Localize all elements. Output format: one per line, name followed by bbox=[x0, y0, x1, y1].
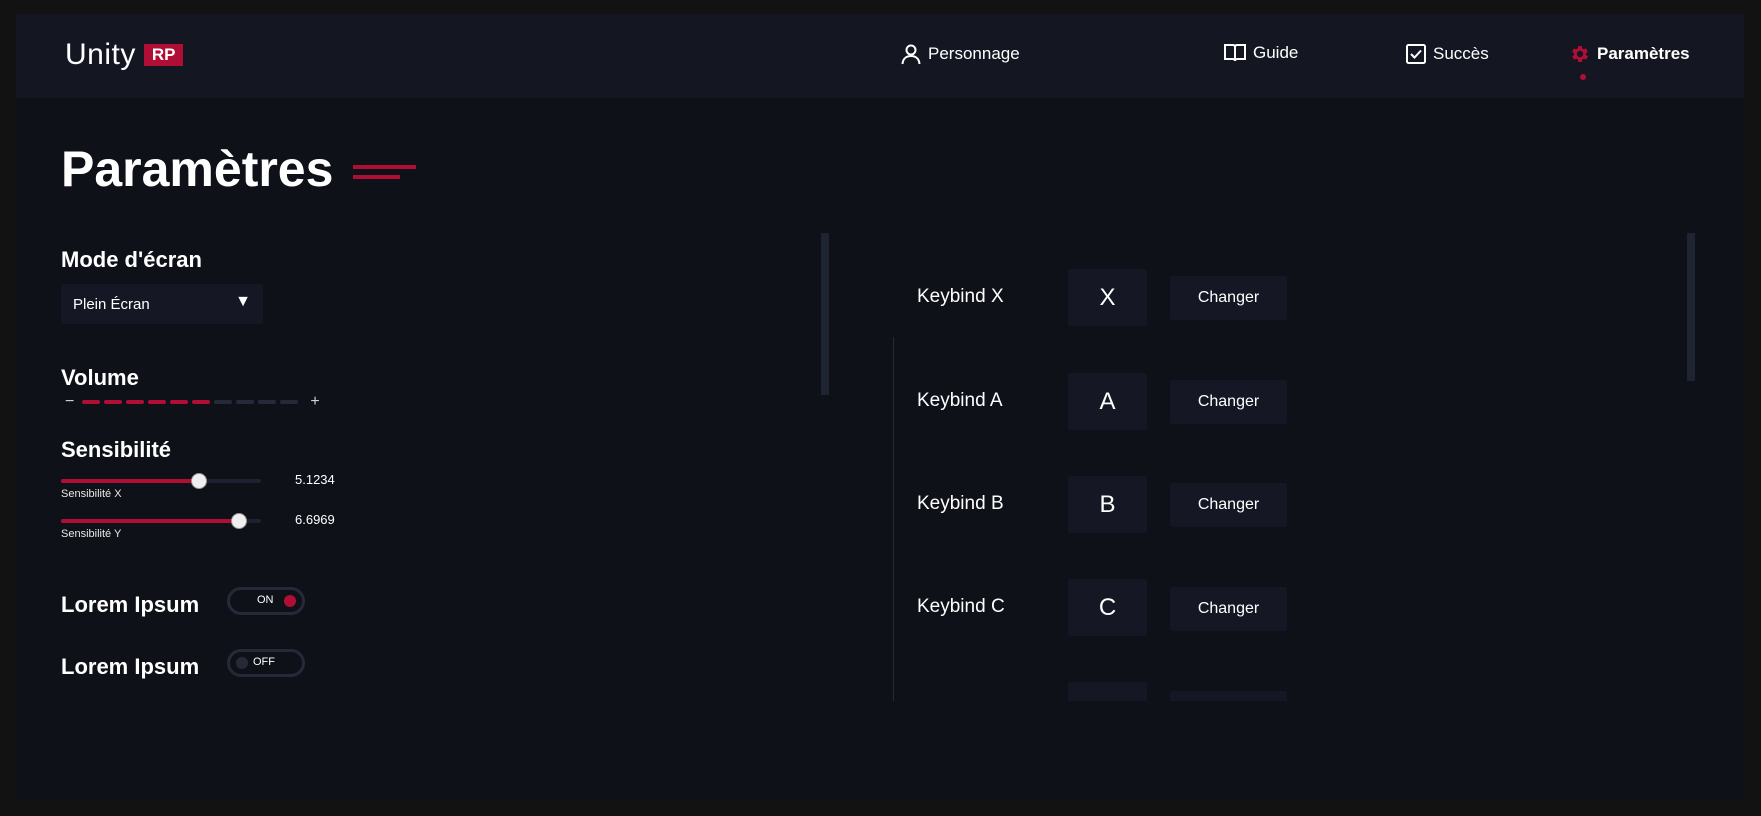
keybind-c-change-button[interactable]: Changer bbox=[1170, 587, 1287, 631]
left-scrollbar[interactable] bbox=[821, 233, 829, 395]
logo-text: Unity bbox=[65, 38, 136, 71]
settings-window: Unity RP Personnage Guide Succès Paramèt… bbox=[16, 14, 1744, 800]
slider-fill bbox=[61, 519, 239, 523]
toggle-2-switch[interactable]: OFF bbox=[227, 649, 305, 677]
sensitivity-y-slider[interactable] bbox=[61, 513, 261, 529]
checkbox-icon bbox=[1406, 44, 1426, 64]
toggle-2-label: Lorem Ipsum bbox=[61, 654, 200, 679]
volume-bar[interactable] bbox=[82, 400, 302, 404]
slider-thumb[interactable] bbox=[231, 513, 247, 529]
volume-segment[interactable] bbox=[280, 400, 299, 404]
nav-label-guide: Guide bbox=[1253, 43, 1299, 62]
volume-segment[interactable] bbox=[82, 400, 101, 404]
volume-control: − + bbox=[65, 393, 320, 411]
keybind-a-change-button[interactable]: Changer bbox=[1170, 380, 1287, 424]
page-title: Paramètres bbox=[61, 141, 334, 197]
volume-decrease-button[interactable]: − bbox=[65, 393, 74, 411]
nav-item-personnage[interactable]: Personnage bbox=[900, 43, 1020, 65]
nav-label-personnage: Personnage bbox=[928, 44, 1020, 63]
top-navigation-bar: Unity RP Personnage Guide Succès Paramèt… bbox=[16, 14, 1744, 98]
keybind-next-key-partial bbox=[1068, 682, 1147, 701]
screen-mode-select[interactable]: Plein Écran ▼ bbox=[61, 284, 263, 324]
volume-segment[interactable] bbox=[148, 400, 167, 404]
slider-fill bbox=[61, 479, 199, 483]
toggle-1-label: Lorem Ipsum bbox=[61, 592, 200, 617]
keybind-x-key: X bbox=[1068, 269, 1147, 326]
active-nav-indicator bbox=[1580, 74, 1586, 80]
right-scrollbar[interactable] bbox=[1687, 233, 1695, 381]
toggle-1-state: ON bbox=[257, 594, 274, 606]
sensitivity-x-slider[interactable] bbox=[61, 473, 261, 489]
dropdown-arrow-icon: ▼ bbox=[235, 293, 251, 310]
volume-segment[interactable] bbox=[214, 400, 233, 404]
logo[interactable]: Unity RP bbox=[65, 38, 184, 72]
logo-badge: RP bbox=[143, 44, 184, 66]
keybind-b-label: Keybind B bbox=[917, 493, 1004, 514]
volume-segment[interactable] bbox=[258, 400, 277, 404]
keybind-x-label: Keybind X bbox=[917, 286, 1004, 307]
sensitivity-y-label: Sensibilité Y bbox=[61, 528, 122, 540]
toggle-2-state: OFF bbox=[253, 656, 275, 668]
sensitivity-x-value: 5.1234 bbox=[295, 472, 335, 487]
gear-icon bbox=[1572, 46, 1588, 62]
user-icon bbox=[901, 44, 921, 65]
volume-segment[interactable] bbox=[192, 400, 211, 404]
keybind-x-change-button[interactable]: Changer bbox=[1170, 276, 1287, 320]
volume-segment[interactable] bbox=[170, 400, 189, 404]
slider-thumb[interactable] bbox=[191, 473, 207, 489]
volume-label: Volume bbox=[61, 365, 139, 390]
sensitivity-x-label: Sensibilité X bbox=[61, 488, 122, 500]
screen-mode-value: Plein Écran bbox=[73, 295, 150, 313]
keybind-b-change-button[interactable]: Changer bbox=[1170, 483, 1287, 527]
volume-segment[interactable] bbox=[236, 400, 255, 404]
nav-label-succes: Succès bbox=[1433, 44, 1489, 63]
sensitivity-label: Sensibilité bbox=[61, 437, 172, 462]
volume-increase-button[interactable]: + bbox=[310, 393, 319, 411]
keybind-c-label: Keybind C bbox=[917, 596, 1005, 617]
nav-item-guide[interactable]: Guide bbox=[1223, 43, 1298, 63]
nav-label-parametres: Paramètres bbox=[1597, 44, 1690, 63]
toggle-knob bbox=[284, 595, 296, 607]
keybind-b-key: B bbox=[1068, 476, 1147, 533]
book-icon bbox=[1224, 44, 1246, 62]
keybind-a-label: Keybind A bbox=[917, 390, 1003, 411]
volume-segment[interactable] bbox=[104, 400, 123, 404]
volume-segment[interactable] bbox=[126, 400, 145, 404]
keybind-c-key: C bbox=[1068, 579, 1147, 636]
sensitivity-y-value: 6.6969 bbox=[295, 512, 335, 527]
title-decoration bbox=[353, 165, 416, 185]
keybind-next-button-partial[interactable] bbox=[1170, 691, 1287, 701]
screen-mode-label: Mode d'écran bbox=[61, 247, 202, 272]
nav-item-parametres[interactable]: Paramètres bbox=[1569, 43, 1690, 65]
nav-item-succes[interactable]: Succès bbox=[1405, 43, 1489, 65]
toggle-knob bbox=[236, 657, 248, 669]
toggle-1-switch[interactable]: ON bbox=[227, 587, 305, 615]
keybind-a-key: A bbox=[1068, 373, 1147, 430]
column-divider bbox=[893, 337, 894, 701]
